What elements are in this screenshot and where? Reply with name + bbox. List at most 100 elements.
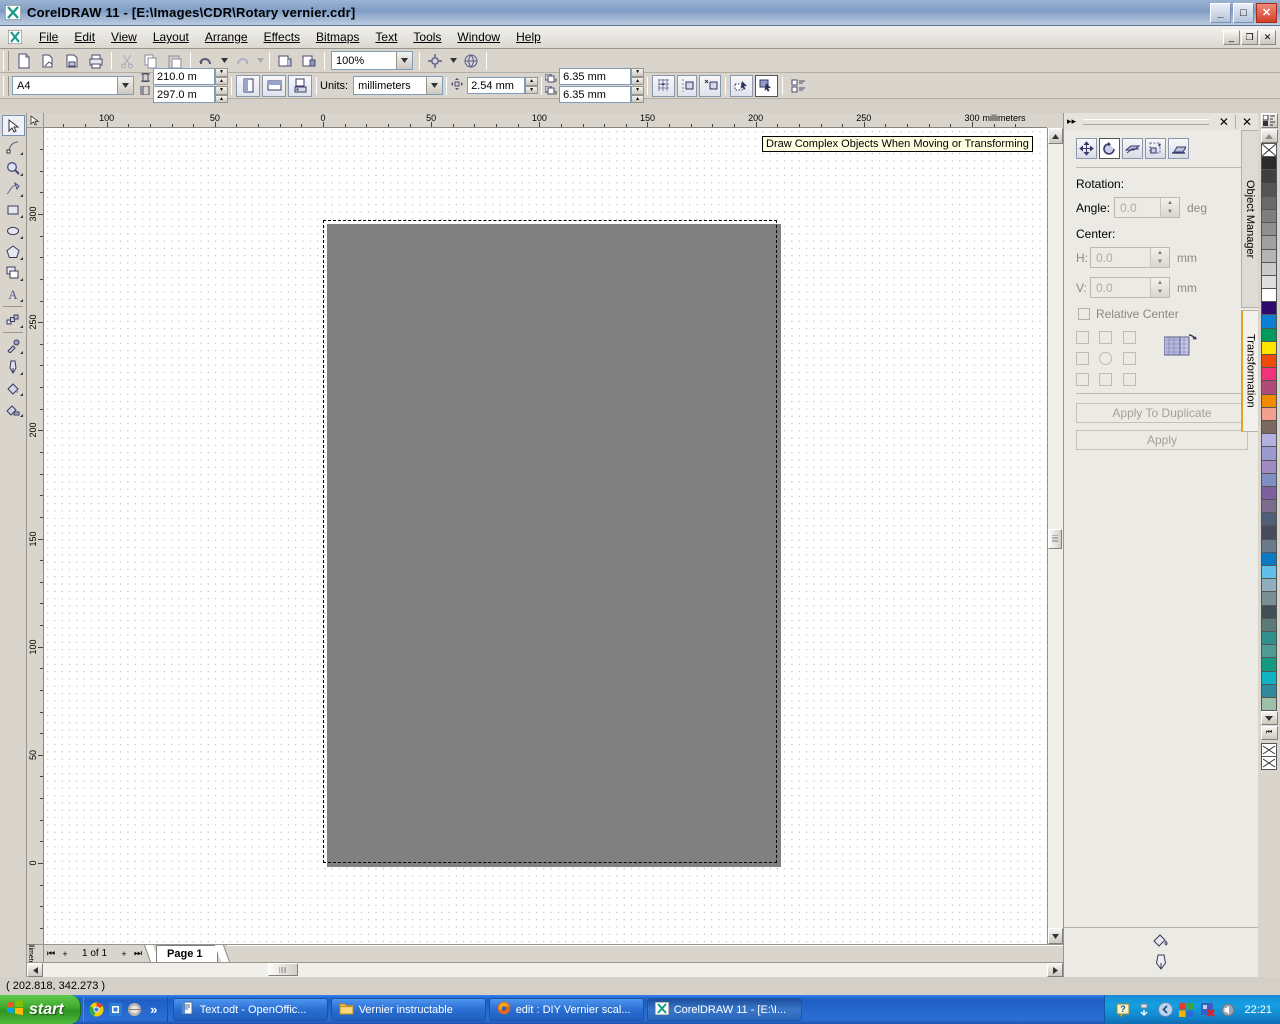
palette-swatch[interactable] (1261, 288, 1277, 303)
interactive-fill-tool[interactable] (2, 398, 25, 419)
zoom-tool[interactable] (2, 157, 25, 178)
menu-edit[interactable]: Edit (66, 27, 103, 47)
menu-effects[interactable]: Effects (256, 27, 308, 47)
anchor-center[interactable] (1099, 352, 1113, 365)
palette-x-icon-2[interactable] (1261, 756, 1277, 771)
palette-swatch[interactable] (1261, 156, 1277, 171)
anchor-point-grid[interactable] (1076, 331, 1138, 386)
palette-swatch[interactable] (1261, 406, 1277, 421)
nudge-offset-field[interactable]: 2.54 mm (467, 77, 526, 94)
collapse-docker-icon[interactable]: ▸▸ (1064, 116, 1079, 127)
palette-swatch[interactable] (1261, 446, 1277, 461)
palette-swatch[interactable] (1261, 235, 1277, 250)
position-button[interactable] (1076, 138, 1097, 159)
units-combo[interactable]: millimeters (353, 76, 444, 95)
task-button-firefox-edit[interactable]: edit : DIY Vernier scal... (488, 998, 644, 1021)
doc-minimize-button[interactable]: _ (1223, 29, 1240, 45)
anchor-top-center[interactable] (1099, 331, 1113, 344)
toolbar-grip[interactable] (3, 50, 9, 71)
palette-swatch[interactable] (1261, 248, 1277, 263)
relative-center-checkbox[interactable] (1078, 308, 1090, 320)
zoom-level-combo[interactable]: 100% (331, 51, 413, 70)
paper-type-combo[interactable]: A4 (12, 76, 134, 95)
palette-swatch[interactable] (1261, 327, 1277, 342)
palette-swatch[interactable] (1261, 433, 1277, 448)
palette-scroll-home-button[interactable]: ⏮ (1260, 726, 1278, 741)
rotate-button[interactable] (1099, 138, 1120, 159)
nudge-offset-spinner[interactable]: ▲ ▼ (525, 77, 539, 94)
angle-field[interactable]: 0.0 ▲ ▼ (1114, 197, 1180, 218)
custom-palette-icon[interactable] (1260, 113, 1278, 128)
tab-transformation[interactable]: Transformation (1241, 310, 1258, 432)
doc-restore-button[interactable]: ❐ (1241, 29, 1258, 45)
chevron-down-icon[interactable] (117, 77, 133, 94)
palette-swatch[interactable] (1261, 538, 1277, 553)
colors-icon[interactable] (1178, 1002, 1194, 1018)
minimize-button[interactable]: _ (1210, 2, 1231, 23)
palette-swatch[interactable] (1261, 393, 1277, 408)
scroll-left-button[interactable] (27, 963, 43, 977)
menu-arrange[interactable]: Arrange (197, 27, 256, 47)
scale-mirror-button[interactable] (1122, 138, 1143, 159)
palette-swatch[interactable] (1261, 459, 1277, 474)
palette-swatch[interactable] (1261, 195, 1277, 210)
snap-to-grid-icon[interactable] (652, 74, 676, 97)
help-balloon-icon[interactable]: ? (1115, 1002, 1131, 1018)
doc-close-button[interactable]: ✕ (1259, 29, 1276, 45)
add-page-after-button[interactable]: + (117, 947, 131, 961)
menu-bitmaps[interactable]: Bitmaps (308, 27, 367, 47)
anchor-middle-left[interactable] (1076, 352, 1089, 365)
palette-swatch[interactable] (1261, 696, 1277, 712)
fill-tool[interactable] (2, 377, 25, 398)
menu-window[interactable]: Window (449, 27, 508, 47)
ruler-origin-icon[interactable] (27, 113, 44, 128)
page-tab-page-1[interactable]: Page 1 (156, 945, 218, 962)
property-bar-grip[interactable] (3, 75, 9, 96)
no-color-icon[interactable] (1261, 143, 1277, 158)
pick-tool[interactable] (1, 115, 25, 136)
drawing-canvas[interactable]: Draw Complex Objects When Moving or Tran… (44, 128, 1047, 944)
pen-nib-icon[interactable] (1152, 954, 1170, 973)
apply-button[interactable]: Apply (1076, 430, 1248, 450)
anchor-bottom-left[interactable] (1076, 373, 1089, 386)
docker-panel-close-icon[interactable]: ✕ (1234, 114, 1258, 129)
horizontal-ruler[interactable]: 100 50 0 50 100 150 200 250 300 millimeters (44, 113, 1047, 128)
start-button[interactable]: start (0, 995, 81, 1024)
new-icon[interactable] (13, 50, 35, 71)
duplicate-x-spinner[interactable]: ▼ ▲ (631, 68, 645, 85)
palette-swatch[interactable] (1261, 222, 1277, 237)
save-icon[interactable] (61, 50, 83, 71)
palette-swatch[interactable] (1261, 274, 1277, 290)
chevron-down-icon[interactable] (426, 77, 443, 94)
center-h-field[interactable]: 0.0 ▲ ▼ (1090, 247, 1170, 268)
menu-text[interactable]: Text (367, 27, 405, 47)
menu-file[interactable]: File (31, 27, 66, 47)
palette-swatch[interactable] (1261, 670, 1277, 685)
docker-close-icon[interactable]: ✕ (1213, 115, 1235, 129)
menu-help[interactable]: Help (508, 27, 549, 47)
application-launcher-icon[interactable] (424, 50, 446, 71)
add-page-before-button[interactable]: + (58, 947, 72, 961)
task-button-coreldraw[interactable]: CorelDRAW 11 - [E:\I... (646, 998, 802, 1021)
palette-swatch[interactable] (1261, 380, 1277, 395)
landscape-icon[interactable] (262, 74, 286, 97)
draw-complex-objects-icon[interactable] (755, 74, 779, 97)
palette-swatch[interactable] (1261, 367, 1277, 382)
palette-swatch[interactable] (1261, 301, 1277, 316)
task-button-text-odt[interactable]: Text.odt - OpenOffic... (172, 998, 328, 1021)
shape-tool[interactable] (2, 136, 25, 157)
close-button[interactable]: ✕ (1256, 2, 1277, 23)
horizontal-scroll-thumb[interactable] (268, 963, 298, 976)
palette-swatch[interactable] (1261, 314, 1277, 329)
page-width-field[interactable]: 210.0 m (153, 68, 215, 85)
menu-layout[interactable]: Layout (145, 27, 197, 47)
skew-button[interactable] (1168, 138, 1189, 159)
show-hidden-icon[interactable] (1157, 1002, 1173, 1018)
palette-swatch[interactable] (1261, 472, 1277, 487)
eyedropper-tool[interactable] (2, 335, 25, 356)
vertical-scroll-track[interactable] (1048, 144, 1063, 928)
apply-to-duplicate-button[interactable]: Apply To Duplicate (1076, 403, 1248, 423)
palette-swatch[interactable] (1261, 354, 1277, 369)
cut-icon[interactable] (116, 50, 138, 71)
center-h-spinner[interactable]: ▲ ▼ (1150, 248, 1169, 267)
